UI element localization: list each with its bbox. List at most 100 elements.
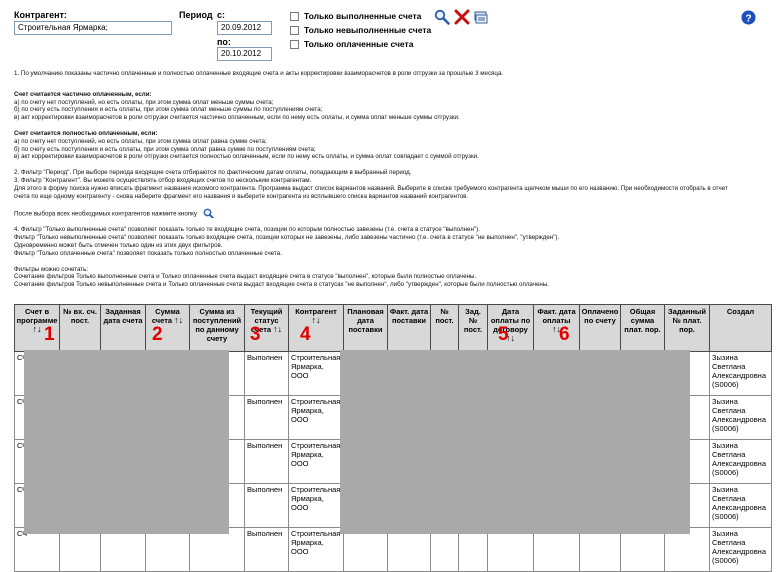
note-paid: Фильтр "Только оплаченные счета" позволя… xyxy=(14,249,282,257)
table-row[interactable]: СЧ Выполнен Строительная Ярмарка, ООО Зы… xyxy=(14,527,772,572)
from-label: с: xyxy=(217,10,226,20)
col-total-payments: Общая сумма плат. пор. xyxy=(620,304,665,352)
help-icon[interactable]: ? xyxy=(741,10,756,25)
cell-empty xyxy=(664,527,710,572)
col-set-date-label: Заданная дата счета xyxy=(103,307,143,325)
period-label: Период xyxy=(179,10,213,20)
cell-empty xyxy=(189,527,245,572)
marker-5: 5 xyxy=(498,324,509,345)
note-counterparty-3: счета по еще одному контрагенту - снова … xyxy=(14,192,469,200)
col-receipts-amount: Сумма из поступлений по данному счету xyxy=(189,304,245,352)
note-combine-title: Фильтры можно сочетать: xyxy=(14,265,89,273)
col-actual-pay-date-label: Факт. дата оплаты xyxy=(537,307,576,325)
marker-6: 6 xyxy=(559,324,570,345)
cell-creator: Зызина Светлана Александровна (S0006) xyxy=(709,439,772,484)
cell-creator: Зызина Светлана Александровна (S0006) xyxy=(709,483,772,528)
col-contract-pay-date-label: Дата оплаты по договору xyxy=(490,307,531,334)
only-completed-label: Только выполненные счета xyxy=(304,11,422,21)
cell-empty xyxy=(430,527,459,572)
col-contract-pay-date[interactable]: Дата оплаты по договору ↑↓ xyxy=(487,304,534,352)
cell-empty xyxy=(343,527,388,572)
only-uncompleted-checkbox[interactable] xyxy=(290,26,299,35)
cell-creator: Зызина Светлана Александровна (S0006) xyxy=(709,395,772,440)
note-period: 2. Фильтр "Период". При выборе периода в… xyxy=(14,169,412,177)
cell-status: Выполнен xyxy=(244,351,289,396)
col-actual-delivery: Факт. дата поставки xyxy=(387,304,431,352)
col-delivery-number: № пост. xyxy=(430,304,459,352)
cell-empty xyxy=(620,527,665,572)
sort-arrows-icon[interactable]: ↑↓ xyxy=(33,324,42,334)
cell-invoice[interactable]: СЧ xyxy=(14,527,60,572)
col-payment-number-label: Заданный № плат. пор. xyxy=(668,307,706,334)
cell-empty xyxy=(145,527,190,572)
col-paid-label: Оплачено по счету xyxy=(581,307,619,325)
marker-2: 2 xyxy=(152,324,163,345)
cell-creator: Зызина Светлана Александровна (S0006) xyxy=(709,351,772,396)
export-icon[interactable] xyxy=(473,9,489,25)
col-paid: Оплачено по счету xyxy=(579,304,621,352)
marker-4: 4 xyxy=(300,324,311,345)
col-set-delivery-number: Зад. № пост. xyxy=(458,304,488,352)
col-creator-label: Создал xyxy=(726,307,755,316)
cell-status: Выполнен xyxy=(244,439,289,484)
note-combine-2: Сочетание фильтров Только невыполненные … xyxy=(14,281,549,289)
marker-3: 3 xyxy=(250,324,261,345)
note-partial-b: б) по счету есть поступления и есть опла… xyxy=(14,106,323,114)
cell-counterparty: Строительная Ярмарка, ООО xyxy=(288,483,344,528)
marker-1: 1 xyxy=(44,324,55,345)
cell-counterparty: Строительная Ярмарка, ООО xyxy=(288,439,344,484)
counterparty-input[interactable]: Строительная Ярмарка; xyxy=(14,21,172,35)
svg-text:?: ? xyxy=(745,13,751,24)
note-full-b: б) по счету есть поступления и есть опла… xyxy=(14,145,316,153)
note-partial-title: Счет считается частично оплаченным, если… xyxy=(14,90,152,98)
redaction-mask-right xyxy=(340,350,690,534)
sort-arrows-icon[interactable]: ↑↓ xyxy=(174,315,183,325)
date-to-input[interactable]: 20.10.2012 xyxy=(217,47,272,61)
col-set-delivery-number-label: Зад. № пост. xyxy=(463,307,483,334)
to-label: по: xyxy=(217,37,231,47)
note-default: 1. По умолчанию показаны частично оплаче… xyxy=(14,70,504,77)
cell-status: Выполнен xyxy=(244,527,289,572)
note-partial-c: в) акт корректировки взаиморасчетов в ро… xyxy=(14,114,460,122)
col-total-payments-label: Общая сумма плат. пор. xyxy=(624,307,661,334)
table-header-row: Счет в программе ↑↓ № вх. сч. пост. Задан… xyxy=(14,304,772,352)
cell-counterparty: Строительная Ярмарка, ООО xyxy=(288,395,344,440)
cell-empty xyxy=(579,527,621,572)
col-planned-delivery-label: Плановая дата поставки xyxy=(347,307,384,334)
col-planned-delivery: Плановая дата поставки xyxy=(343,304,388,352)
col-receipts-amount-label: Сумма из поступлений по данному счету xyxy=(192,307,242,343)
help-notes: 1. По умолчанию показаны частично оплаче… xyxy=(14,70,769,289)
only-completed-checkbox[interactable] xyxy=(290,12,299,21)
col-creator: Создал xyxy=(709,304,772,352)
only-paid-checkbox[interactable] xyxy=(290,40,299,49)
note-full-a: а) по счету нет поступлений, но есть опл… xyxy=(14,137,267,145)
counterparty-label: Контрагент: xyxy=(14,10,67,20)
redaction-mask-left xyxy=(24,350,229,534)
note-exclusive: Одновременно может быть отмечен только о… xyxy=(14,241,223,249)
note-combine-1: Сочетание фильтров Только выполненные сч… xyxy=(14,273,477,281)
note-partial-a: а) по счету нет поступлений, но есть опл… xyxy=(14,98,274,106)
note-counterparty: 3. Фильтр "Контрагент". Вы можете осущес… xyxy=(14,176,312,184)
col-incoming-number: № вх. сч. пост. xyxy=(59,304,101,352)
clear-icon[interactable] xyxy=(454,9,470,25)
col-actual-pay-date[interactable]: Факт. дата оплаты ↑↓ xyxy=(533,304,580,352)
cell-empty xyxy=(533,527,580,572)
note-completed: 4. Фильтр "Только выполненные счета" поз… xyxy=(14,226,480,234)
note-full-c: в) акт корректировки взаиморасчетов в ро… xyxy=(14,153,479,161)
search-icon[interactable] xyxy=(434,9,450,25)
note-full-title: Счет считается полностью оплаченным, есл… xyxy=(14,129,158,137)
cell-empty xyxy=(458,527,488,572)
col-incoming-number-label: № вх. сч. пост. xyxy=(63,307,97,325)
col-counterparty[interactable]: Контрагент ↑↓ xyxy=(288,304,344,352)
cell-creator: Зызина Светлана Александровна (S0006) xyxy=(709,527,772,572)
date-from-input[interactable]: 20.09.2012 xyxy=(217,21,272,35)
cell-status: Выполнен xyxy=(244,395,289,440)
col-delivery-number-label: № пост. xyxy=(435,307,454,325)
sort-arrows-icon[interactable]: ↑↓ xyxy=(273,324,282,334)
cell-empty xyxy=(100,527,146,572)
note-after-select: После выбора всех необходимых контрагент… xyxy=(14,208,769,219)
sort-arrows-icon[interactable]: ↑↓ xyxy=(312,315,321,325)
inline-search-icon xyxy=(203,208,215,219)
col-payment-number: Заданный № плат. пор. xyxy=(664,304,710,352)
note-counterparty-2: Для этого в форму поиска нужно вписать ф… xyxy=(14,184,728,192)
